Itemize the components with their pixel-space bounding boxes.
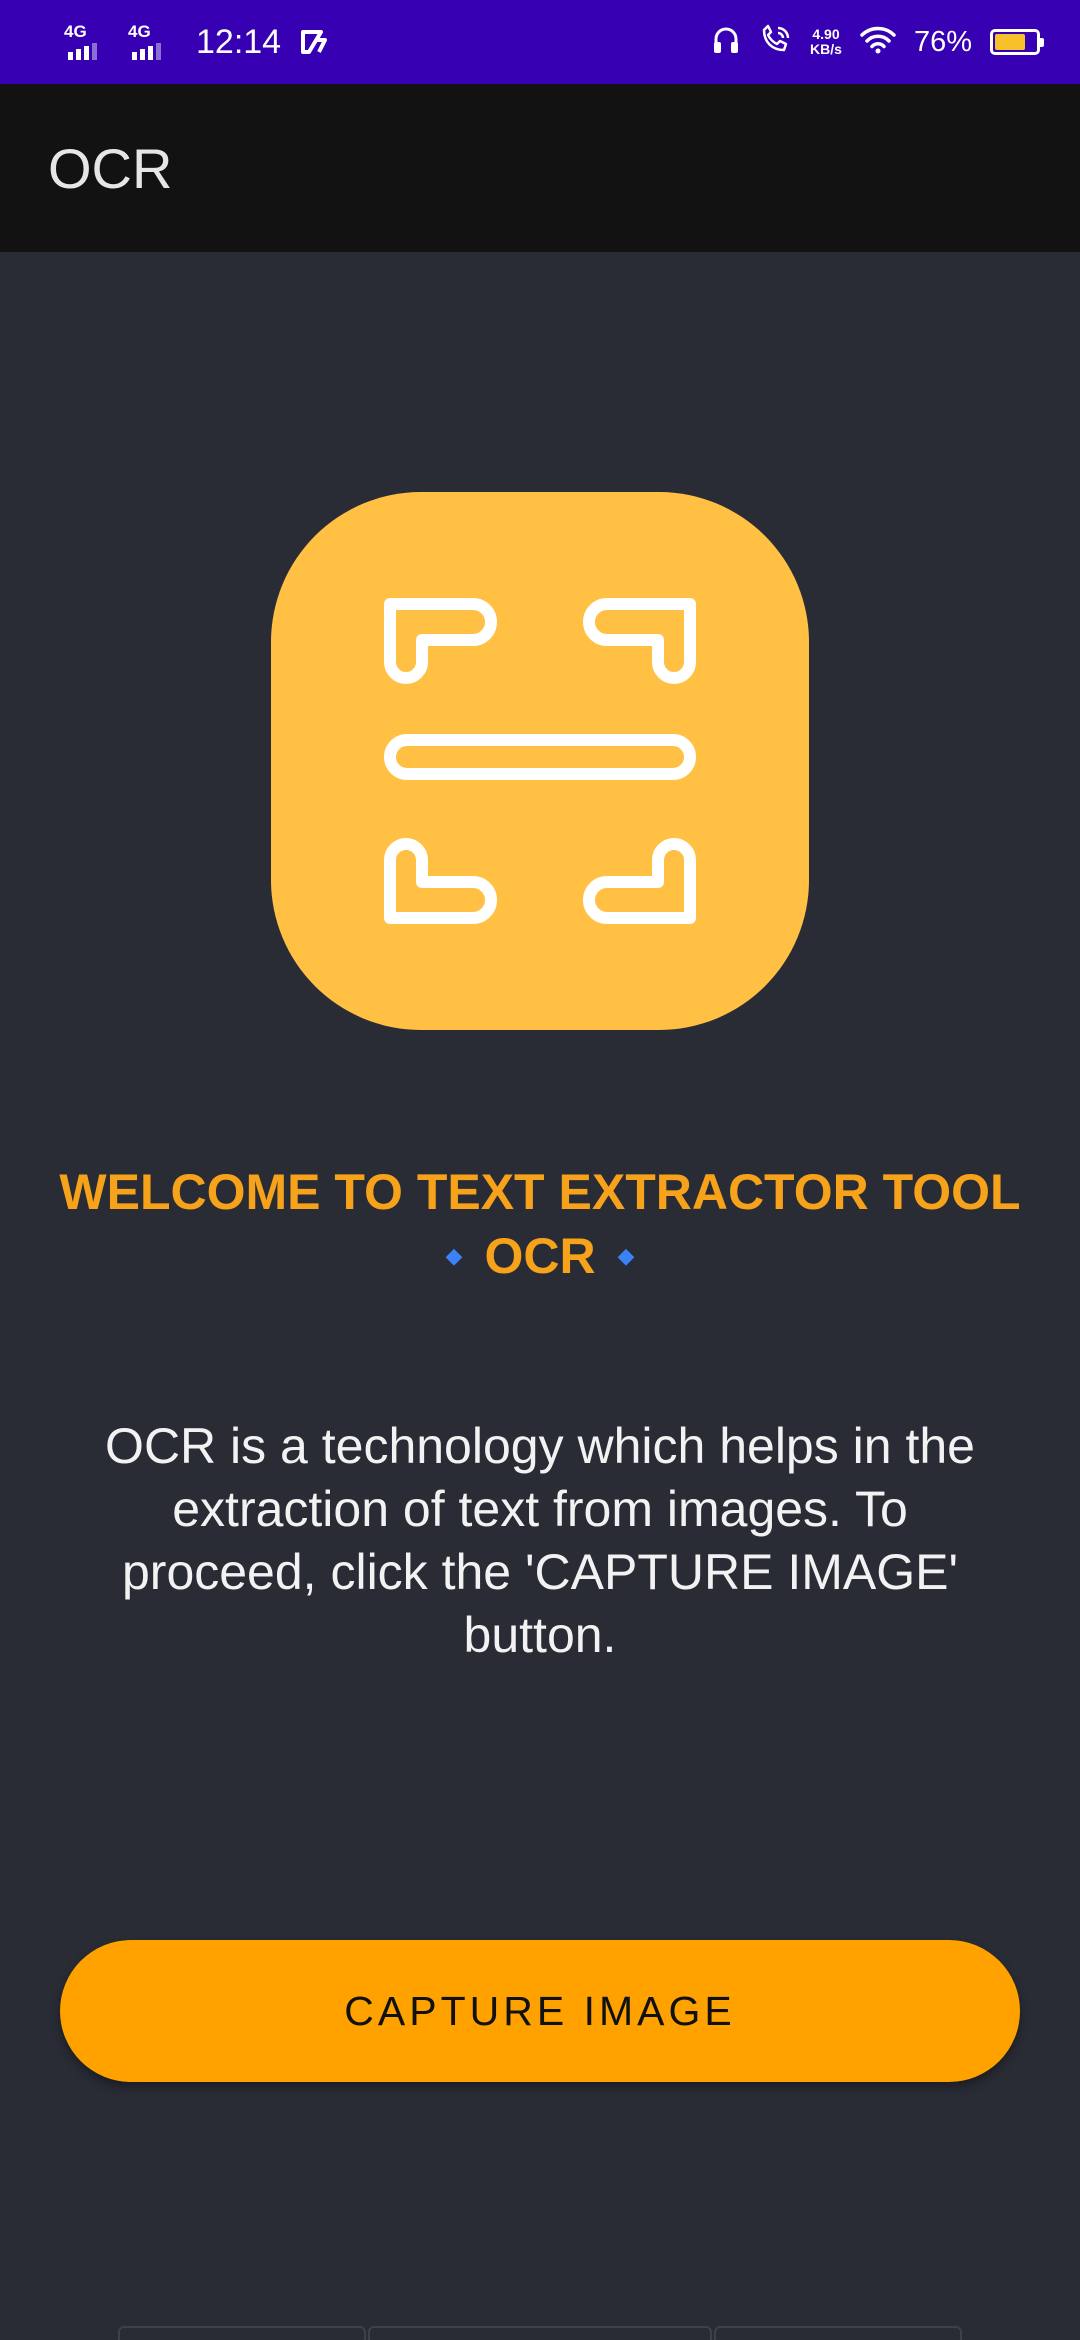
battery-icon: [990, 29, 1044, 55]
network-speed-unit: KB/s: [810, 41, 842, 57]
welcome-line-2: OCR: [484, 1228, 596, 1284]
bottom-edge-segment: [714, 2326, 962, 2340]
app-bar: OCR: [0, 84, 1080, 252]
clock: 12:14: [196, 22, 282, 61]
description-text: OCR is a technology which helps in the e…: [105, 1418, 975, 1663]
bottom-edge-segment: [368, 2326, 712, 2340]
welcome-heading: WELCOME TO TEXT EXTRACTOR TOOL ◆ OCR ◆: [40, 1160, 1040, 1292]
welcome-line-1: WELCOME TO TEXT EXTRACTOR TOOL: [59, 1164, 1021, 1220]
wifi-call-icon: [758, 24, 792, 61]
battery-percent: 76%: [913, 25, 972, 58]
network-speed: 4.90 KB/s: [810, 27, 842, 57]
cast-icon: [299, 28, 329, 56]
bottom-edge-segment: [118, 2326, 366, 2340]
diamond-icon: ◆: [617, 1242, 635, 1268]
headphones-icon: [712, 25, 740, 60]
app-title: OCR: [48, 137, 173, 200]
signal-icon-2: 4G: [126, 20, 178, 64]
wifi-icon: [860, 26, 896, 59]
capture-image-button[interactable]: CAPTURE IMAGE: [60, 1940, 1020, 2082]
network-type-1: 4G: [64, 22, 87, 41]
network-speed-value: 4.90: [812, 26, 840, 42]
diamond-icon: ◆: [445, 1242, 463, 1268]
signal-icon: 4G: [62, 20, 114, 64]
status-bar: 4G 4G 12:14 4.90 KB/s 76%: [0, 0, 1080, 84]
scan-icon: [271, 492, 809, 1030]
network-type-2: 4G: [128, 22, 151, 41]
